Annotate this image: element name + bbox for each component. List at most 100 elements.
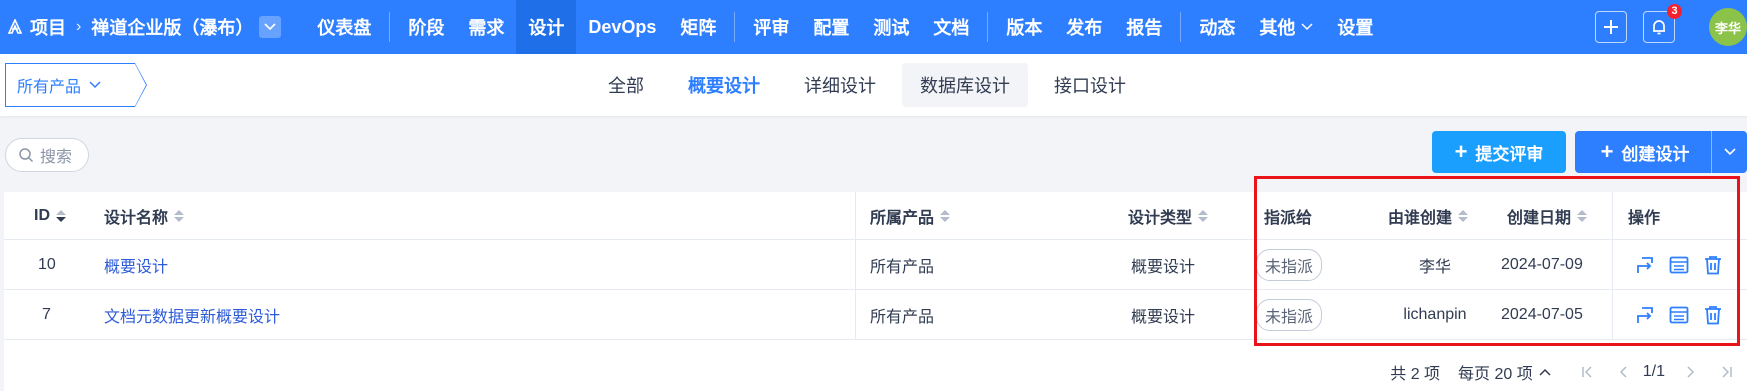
project-icon [6,18,24,36]
nav-item-requirement[interactable]: 需求 [456,0,516,54]
nav-item-test[interactable]: 测试 [861,0,921,54]
product-select-label: 所有产品 [17,79,82,96]
crumb-separator-icon: › [76,18,82,35]
create-design-button-group: + 创建设计 [1575,131,1747,173]
col-header-name[interactable]: 设计名称 [104,192,185,239]
cell-date: 2024-07-09 [1501,255,1583,273]
chevron-down-icon [264,23,276,31]
tab-database[interactable]: 数据库设计 [902,63,1028,107]
create-design-button[interactable]: + 创建设计 [1575,131,1711,173]
cell-type: 概要设计 [1131,258,1196,276]
first-page-icon[interactable] [1581,366,1595,378]
col-header-date-label: 创建日期 [1507,209,1572,227]
nav-item-build[interactable]: 版本 [994,0,1054,54]
col-header-type-label: 设计类型 [1128,209,1193,227]
create-design-label: 创建设计 [1621,144,1690,164]
prev-page-icon[interactable] [1619,366,1629,378]
cell-assigned: 未指派 [1256,240,1323,289]
nav-group-main: 阶段 需求 设计 DevOps 矩阵 [396,0,728,54]
nav-group-dashboard: 仪表盘 [305,0,383,54]
assign-button[interactable]: 未指派 [1256,248,1323,281]
nav-divider [987,12,989,42]
project-switch-button[interactable] [259,16,282,38]
col-header-creator-label: 由谁创建 [1388,209,1453,227]
cell-actions [1634,240,1736,289]
cell-product: 所有产品 [870,308,935,326]
edit-icon[interactable] [1668,254,1690,276]
pagination: 共 2 项 每页 20 项 1/1 [1390,352,1747,391]
create-design-dropdown-button[interactable] [1711,131,1747,173]
search-icon [18,147,34,163]
col-header-assigned-label: 指派给 [1264,209,1313,227]
cell-creator: lichanpin [1403,305,1467,323]
nav-item-dynamic[interactable]: 动态 [1187,0,1247,54]
tab-hld[interactable]: 概要设计 [670,63,778,107]
chevron-up-icon [1539,368,1551,376]
next-page-icon[interactable] [1685,366,1695,378]
nav-divider [1180,12,1182,42]
submit-review-icon[interactable] [1634,254,1656,276]
search-label: 搜索 [40,149,73,166]
design-name-link[interactable]: 文档元数据更新概要设计 [104,290,280,339]
nav-item-more[interactable]: 其他 [1247,0,1325,54]
assign-button[interactable]: 未指派 [1256,298,1323,331]
sort-desc-icon [56,209,66,222]
cell-id: 7 [42,305,51,323]
cell-product: 所有产品 [870,258,935,276]
table-header: ID 设计名称 所属产品 设计类型 指派给 由谁创建 创建日期 操作 [4,192,1747,240]
nav-divider [389,12,391,42]
plus-icon [1604,20,1618,34]
col-header-actions-label: 操作 [1628,209,1661,227]
tab-dd[interactable]: 详细设计 [786,63,894,107]
search-button[interactable]: 搜索 [5,138,89,172]
edit-icon[interactable] [1668,304,1690,326]
create-plus-button[interactable] [1595,11,1627,43]
nav-item-settings[interactable]: 设置 [1325,0,1385,54]
col-header-assigned[interactable]: 指派给 [1264,192,1312,239]
tab-api[interactable]: 接口设计 [1036,63,1144,107]
col-header-product[interactable]: 所属产品 [870,192,951,239]
col-header-type[interactable]: 设计类型 [1128,192,1209,239]
nav-item-stage[interactable]: 阶段 [396,0,456,54]
submit-review-button[interactable]: + 提交评审 [1432,131,1566,173]
delete-icon[interactable] [1702,304,1724,326]
nav-item-doc[interactable]: 文档 [921,0,981,54]
nav-group-release: 版本 发布 报告 [994,0,1174,54]
cell-creator: 李华 [1418,258,1451,276]
product-select[interactable]: 所有产品 [5,63,147,107]
col-header-id-label: ID [34,206,50,224]
table-row: 7 文档元数据更新概要设计 所有产品 概要设计 未指派 lichanpin 20… [4,290,1747,340]
sort-icon [1198,209,1209,222]
page-indicator: 1/1 [1642,363,1665,380]
nav-item-matrix[interactable]: 矩阵 [668,0,728,54]
notification-button[interactable]: 3 [1643,4,1682,43]
nav-item-review[interactable]: 评审 [741,0,801,54]
top-navbar: 项目 › 禅道企业版（瀑布） 仪表盘 阶段 需求 设计 DevOps 矩阵 评审… [0,0,1747,54]
nav-item-design[interactable]: 设计 [516,0,577,54]
top-right-tools: 3 李华 [1579,0,1747,54]
nav-item-config[interactable]: 配置 [801,0,861,54]
design-name-link[interactable]: 概要设计 [104,240,168,289]
crumb-project[interactable]: 项目 [30,14,66,40]
sort-icon [174,209,185,222]
nav-item-devops[interactable]: DevOps [576,0,668,54]
page-size-select[interactable]: 每页 20 项 [1458,360,1551,384]
sort-icon [1458,209,1469,222]
notification-badge: 3 [1667,4,1682,19]
nav-group-misc: 动态 其他 设置 [1187,0,1385,54]
col-header-creator[interactable]: 由谁创建 [1388,192,1469,239]
col-header-id[interactable]: ID [34,192,66,239]
nav-item-report[interactable]: 报告 [1114,0,1174,54]
crumb-current-project[interactable]: 禅道企业版（瀑布） [91,14,253,40]
col-header-date[interactable]: 创建日期 [1507,192,1588,239]
nav-item-more-label: 其他 [1259,18,1296,38]
cell-assigned: 未指派 [1256,290,1323,339]
submit-review-icon[interactable] [1634,304,1656,326]
last-page-icon[interactable] [1719,366,1733,378]
nav-item-dashboard[interactable]: 仪表盘 [305,0,383,54]
delete-icon[interactable] [1702,254,1724,276]
nav-item-release[interactable]: 发布 [1054,0,1114,54]
avatar[interactable]: 李华 [1709,8,1747,46]
nav-divider [734,12,736,42]
tab-all[interactable]: 全部 [590,63,662,107]
